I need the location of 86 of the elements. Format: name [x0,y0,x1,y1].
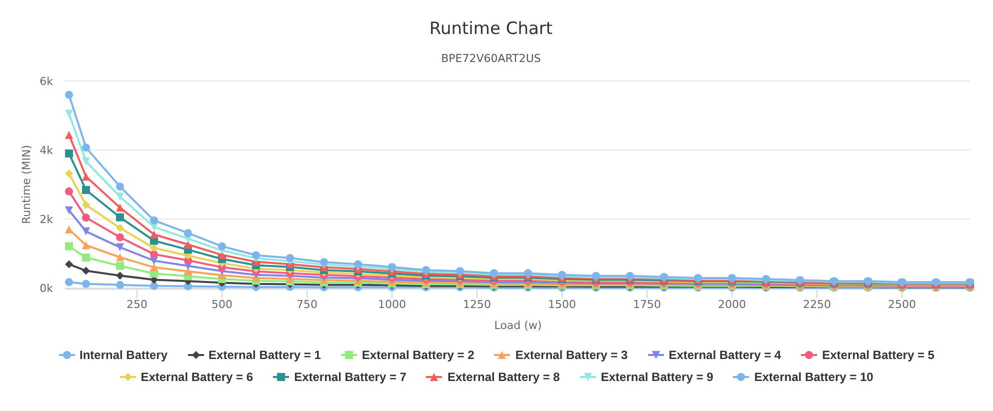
axis-tick-label: 4k [40,144,53,157]
legend-item[interactable]: External Battery = 4 [648,346,782,364]
point [65,149,73,158]
legend-label: External Battery = 6 [140,369,254,386]
point [116,262,124,270]
point [65,278,73,286]
legend-item[interactable]: External Battery = 3 [494,346,628,364]
point [65,242,73,250]
point [65,187,73,196]
axis-tick-label: 0k [40,282,53,295]
point [116,253,124,262]
legend-label: External Battery = 2 [362,347,474,364]
axis-tick-label: 2000 [718,298,746,311]
point [150,216,158,224]
legend-label: External Battery = 3 [515,347,628,364]
legend-label: External Battery = 9 [600,369,714,386]
point [184,240,192,249]
axis-tick-label: 2500 [888,298,916,311]
legend-label: External Battery = 4 [668,347,782,364]
axis-title: Runtime (MIN) [20,145,33,224]
point [65,90,73,99]
point [116,213,124,222]
point [286,254,294,262]
axis-tick-label: 1000 [378,298,406,311]
axis-tick-label: 500 [212,298,232,311]
point [184,229,192,238]
legend-item[interactable]: External Battery = 1 [188,346,321,364]
point [82,227,90,236]
point [354,260,362,268]
point [150,250,158,258]
legend-item[interactable]: External Battery = 8 [426,368,560,386]
legend-item[interactable]: Internal Battery [58,346,168,364]
point [116,192,124,201]
point [82,186,90,194]
legend-label: Internal Battery [80,347,168,364]
point [150,244,158,252]
axis-tick-label: 1750 [633,298,661,311]
point [82,280,90,288]
legend-item[interactable]: External Battery = 10 [733,368,874,386]
point [388,262,396,271]
legend-label: External Battery = 10 [754,369,874,386]
legend-label: External Battery = 1 [208,347,321,364]
axis-tick-label: 1250 [463,298,491,311]
point [116,182,124,191]
point [82,157,90,166]
point [82,172,90,181]
point [65,260,73,268]
point [116,204,124,212]
point [116,280,124,289]
axis-tick-label: 6k [40,75,53,88]
axis-tick-label: 750 [296,298,318,311]
point [65,169,73,178]
chart-title: Runtime Chart [429,19,553,39]
point [116,233,124,242]
point [150,282,158,290]
axis-tick-label: 2250 [803,298,831,311]
point [82,254,90,262]
point [82,144,90,152]
point [65,206,73,214]
point [150,230,158,239]
point [116,224,124,232]
chart-subtitle: BPE72V60ART2US [441,52,541,65]
axis-tick-label: 2k [40,213,53,226]
point [150,263,158,272]
point [116,272,124,280]
point [82,266,90,275]
axis-title: Load (w) [494,319,542,332]
legend-item[interactable]: External Battery = 9 [580,368,714,386]
legend-label: External Battery = 5 [822,347,934,364]
legend-item[interactable]: External Battery = 2 [340,346,474,364]
point [82,241,90,250]
point [82,214,90,222]
axis-tick-label: 250 [126,298,148,311]
point [82,200,90,209]
point [65,110,73,118]
point [218,242,226,250]
point [65,130,73,139]
point [65,225,73,234]
legend-item[interactable]: External Battery = 7 [273,368,406,386]
legend-item[interactable]: External Battery = 6 [120,368,254,386]
legend-label: External Battery = 8 [447,369,560,386]
legend-item[interactable]: External Battery = 5 [801,346,934,364]
point [116,243,124,252]
axis-tick-label: 1500 [548,298,576,311]
legend-label: External Battery = 7 [294,369,406,386]
point [252,251,260,260]
